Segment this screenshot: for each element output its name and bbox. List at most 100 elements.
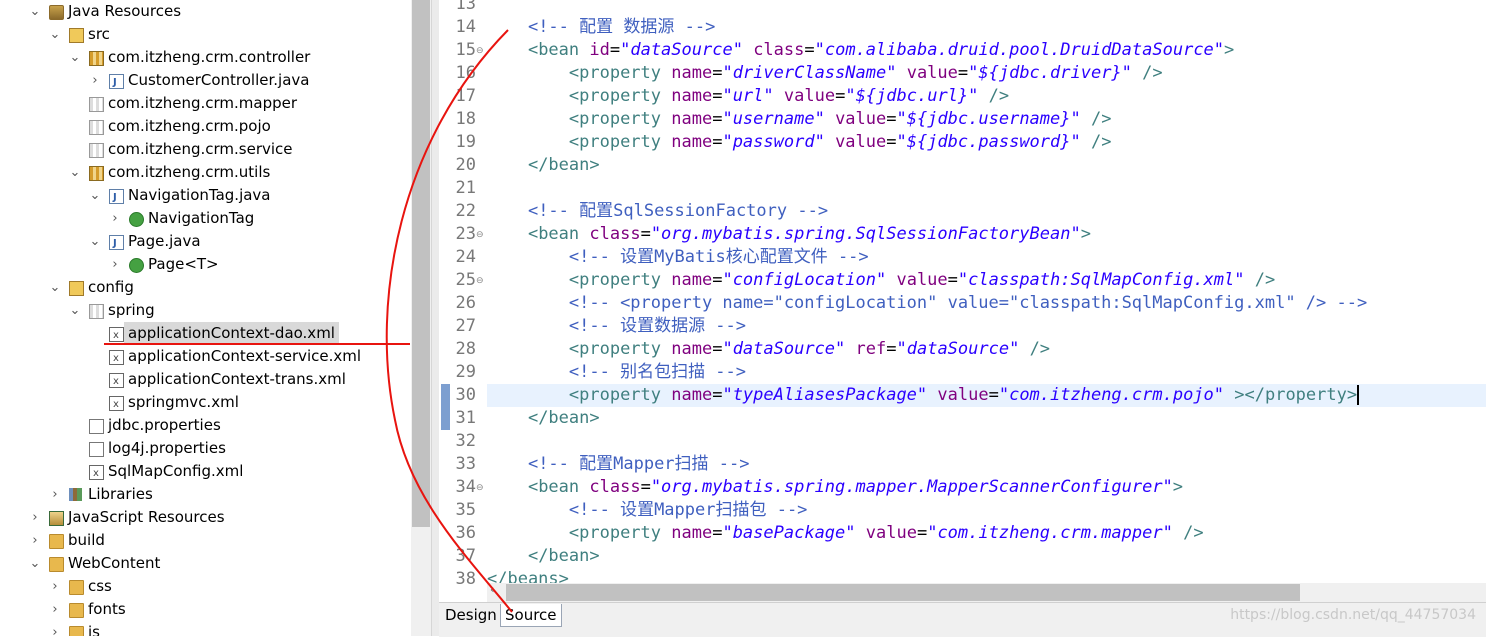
fold-toggle-icon[interactable]: ⊖ bbox=[476, 476, 484, 499]
code-token: class bbox=[589, 477, 641, 497]
collapse-arrow-icon[interactable]: › bbox=[48, 598, 62, 621]
code-line[interactable]: <property name="configLocation" value="c… bbox=[487, 269, 1275, 292]
collapse-arrow-icon[interactable]: › bbox=[108, 207, 122, 230]
tree-item[interactable]: › css bbox=[0, 575, 411, 598]
code-line[interactable]: <!-- <property name="configLocation" val… bbox=[487, 292, 1367, 315]
expand-arrow-icon[interactable]: ⌄ bbox=[48, 23, 62, 46]
collapse-arrow-icon[interactable]: › bbox=[48, 621, 62, 636]
expand-arrow-icon[interactable]: ⌄ bbox=[28, 552, 42, 575]
scroll-left-icon[interactable]: ‹ bbox=[490, 583, 494, 596]
tree-item[interactable]: › NavigationTag bbox=[0, 207, 411, 230]
code-token: <property bbox=[568, 270, 672, 290]
expand-arrow-icon[interactable]: ⌄ bbox=[28, 0, 42, 23]
class-icon bbox=[129, 258, 144, 273]
tree-item[interactable]: ⌄ config bbox=[0, 276, 411, 299]
code-token: = bbox=[947, 270, 958, 290]
tree-item[interactable]: ⌄ WebContent bbox=[0, 552, 411, 575]
code-line[interactable]: </bean> bbox=[487, 545, 600, 568]
line-number: 16 bbox=[455, 63, 476, 83]
code-token: <property bbox=[568, 385, 672, 405]
tab-design[interactable]: Design bbox=[441, 604, 501, 626]
xml-file-icon bbox=[109, 347, 124, 370]
tree-item[interactable]: ⌄ com.itzheng.crm.controller bbox=[0, 46, 411, 69]
tree-item[interactable]: applicationContext-trans.xml bbox=[0, 368, 411, 393]
code-line[interactable]: <!-- 别名包扫描 --> bbox=[487, 361, 746, 384]
tree-item[interactable]: com.itzheng.crm.mapper bbox=[0, 92, 411, 115]
tree-item[interactable]: com.itzheng.crm.service bbox=[0, 138, 411, 161]
expand-arrow-icon[interactable]: ⌄ bbox=[68, 46, 82, 69]
fold-toggle-icon[interactable]: ⊖ bbox=[476, 269, 484, 292]
collapse-arrow-icon[interactable]: › bbox=[28, 506, 42, 529]
collapse-arrow-icon[interactable]: › bbox=[108, 253, 122, 276]
code-token: name bbox=[671, 132, 713, 152]
code-line[interactable]: <!-- 设置Mapper扫描包 --> bbox=[487, 499, 808, 522]
expand-arrow-icon[interactable]: ⌄ bbox=[88, 184, 102, 207]
line-number: 23 bbox=[455, 224, 476, 244]
line-number: 28 bbox=[455, 339, 476, 359]
expand-arrow-icon[interactable]: ⌄ bbox=[68, 299, 82, 322]
expand-arrow-icon[interactable]: ⌄ bbox=[48, 276, 62, 299]
code-token: name bbox=[671, 339, 713, 359]
collapse-arrow-icon[interactable]: › bbox=[88, 69, 102, 92]
tree-scrollbar-thumb[interactable] bbox=[412, 0, 430, 527]
expand-arrow-icon[interactable]: ⌄ bbox=[88, 230, 102, 253]
line-number: 29 bbox=[455, 362, 476, 382]
xml-source-editor[interactable]: 13 14 15 ⊖ 16 17 18 19 20 21 22 23 ⊖ 24 25 ⊖ 26 27 28 29 30 3… bbox=[439, 0, 1486, 604]
tree-item[interactable]: › build bbox=[0, 529, 411, 552]
tree-item[interactable]: ⌄ NavigationTag.java bbox=[0, 184, 411, 209]
fold-toggle-icon[interactable]: ⊖ bbox=[476, 39, 484, 62]
tree-item[interactable]: › CustomerController.java bbox=[0, 69, 411, 94]
tree-item[interactable]: › js bbox=[0, 621, 411, 636]
tree-item[interactable]: › fonts bbox=[0, 598, 411, 621]
code-line[interactable]: <property name="dataSource" ref="dataSou… bbox=[487, 338, 1050, 361]
tree-item[interactable]: ⌄ Java Resources bbox=[0, 0, 411, 23]
code-token: <property bbox=[568, 63, 672, 83]
collapse-arrow-icon[interactable]: › bbox=[48, 483, 62, 506]
java-file-icon bbox=[109, 71, 124, 94]
code-line[interactable]: </bean> bbox=[487, 407, 600, 430]
collapse-arrow-icon[interactable]: › bbox=[28, 529, 42, 552]
code-line[interactable]: <property name="driverClassName" value="… bbox=[487, 62, 1163, 85]
tree-item[interactable]: applicationContext-dao.xml bbox=[0, 322, 411, 347]
code-line[interactable]: <!-- 配置 数据源 --> bbox=[487, 16, 715, 39]
code-line[interactable]: <property name="username" value="${jdbc.… bbox=[487, 108, 1112, 131]
code-line[interactable]: <property name="url" value="${jdbc.url}"… bbox=[487, 85, 1009, 108]
code-line[interactable]: <!-- 设置数据源 --> bbox=[487, 315, 746, 338]
collapse-arrow-icon[interactable]: › bbox=[48, 575, 62, 598]
code-line[interactable]: <property name="password" value="${jdbc.… bbox=[487, 131, 1112, 154]
tree-item[interactable]: springmvc.xml bbox=[0, 391, 411, 416]
tree-item[interactable]: SqlMapConfig.xml bbox=[0, 460, 411, 485]
code-line[interactable]: <!-- 设置MyBatis核心配置文件 --> bbox=[487, 246, 869, 269]
tree-item[interactable]: › Libraries bbox=[0, 483, 411, 506]
code-line[interactable]: <property name="typeAliasesPackage" valu… bbox=[487, 384, 1486, 407]
code-token: "url" bbox=[722, 86, 774, 106]
tree-item[interactable]: › JavaScript Resources bbox=[0, 506, 411, 529]
tree-item[interactable]: ⌄ Page.java bbox=[0, 230, 411, 255]
code-line[interactable]: <bean class="org.mybatis.spring.mapper.M… bbox=[487, 476, 1183, 499]
code-token: <property bbox=[568, 109, 672, 129]
code-line[interactable]: <property name="basePackage" value="com.… bbox=[487, 522, 1204, 545]
tree-item[interactable]: log4j.properties bbox=[0, 437, 411, 460]
tree-item[interactable]: com.itzheng.crm.pojo bbox=[0, 115, 411, 138]
code-line[interactable]: <!-- 配置SqlSessionFactory --> bbox=[487, 200, 828, 223]
code-line[interactable]: <bean class="org.mybatis.spring.SqlSessi… bbox=[487, 223, 1091, 246]
tree-item-label: spring bbox=[108, 301, 155, 319]
change-marker bbox=[441, 384, 450, 407]
tree-item[interactable]: ⌄ src bbox=[0, 23, 411, 46]
tab-source[interactable]: Source bbox=[500, 604, 562, 627]
line-number: 17 bbox=[455, 86, 476, 106]
code-line[interactable]: <!-- 配置Mapper扫描 --> bbox=[487, 453, 750, 476]
code-line[interactable]: <bean id="dataSource" class="com.alibaba… bbox=[487, 39, 1234, 62]
tree-item[interactable]: jdbc.properties bbox=[0, 414, 411, 437]
expand-arrow-icon[interactable]: ⌄ bbox=[68, 161, 82, 184]
fold-toggle-icon[interactable]: ⊖ bbox=[476, 223, 484, 246]
code-line[interactable]: </bean> bbox=[487, 154, 600, 177]
tree-item[interactable]: applicationContext-service.xml bbox=[0, 345, 411, 370]
editor-scrollbar-thumb[interactable] bbox=[506, 584, 1300, 601]
tree-item[interactable]: › Page<T> bbox=[0, 253, 411, 276]
tree-item[interactable]: ⌄ spring bbox=[0, 299, 411, 322]
tree-item[interactable]: ⌄ com.itzheng.crm.utils bbox=[0, 161, 411, 184]
